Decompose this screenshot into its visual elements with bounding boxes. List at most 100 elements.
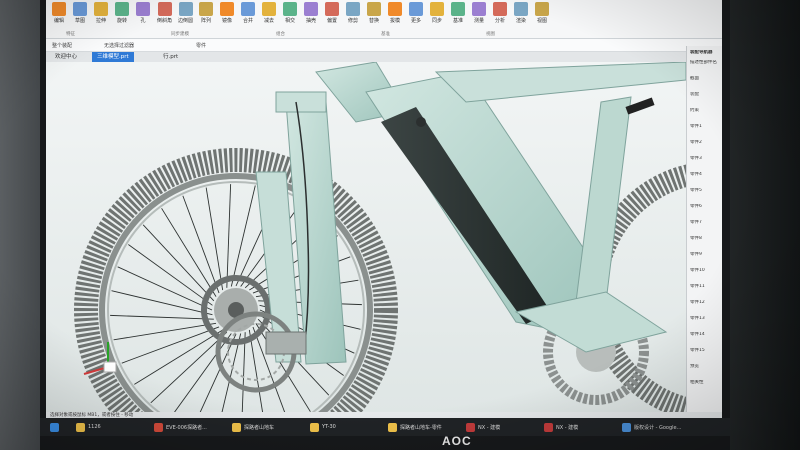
ribbon-button-label: 替换 — [368, 18, 379, 24]
taskbar-item[interactable]: 1126 — [76, 421, 101, 433]
navigator-row[interactable]: 零件9 — [690, 252, 720, 258]
ribbon-tool-icon — [199, 2, 213, 16]
ribbon-button[interactable]: 编辑 — [52, 2, 66, 36]
selection-scope-dropdown[interactable]: 零件 — [196, 42, 206, 49]
ribbon-button[interactable]: 抽壳 — [304, 2, 318, 36]
ribbon-button[interactable]: 测量 — [472, 2, 486, 36]
taskbar-item-label: NX - 建模 — [478, 424, 501, 431]
ribbon-button[interactable]: 孔 — [136, 2, 150, 36]
ribbon-button[interactable]: 相交 — [283, 2, 297, 36]
ribbon-button-label: 旋转 — [116, 18, 127, 24]
ribbon-button-label: 草图 — [74, 18, 85, 24]
navigator-row[interactable]: 零件4 — [690, 172, 720, 178]
ribbon-button-label: 测量 — [473, 18, 484, 24]
ribbon-button[interactable]: 替换 — [367, 2, 381, 36]
ribbon-button[interactable]: 基准 — [451, 2, 465, 36]
ribbon-group-label: 特征 — [66, 32, 75, 37]
ribbon-tool-icon — [52, 2, 66, 16]
ribbon-tool-icon — [430, 2, 444, 16]
ribbon-tool-icon — [514, 2, 528, 16]
ribbon-button[interactable]: 阵列 — [199, 2, 213, 36]
ribbon-group-label: 同步建模 — [171, 32, 189, 37]
assembly-navigator-panel: 装配导航器 描述性部件名 截面 装配 约束 零件1 零件2 零件3 零件4 零件5 零件6 零件7 零… — [686, 46, 722, 418]
ribbon-tool-icon — [409, 2, 423, 16]
wheel-spoke — [205, 187, 224, 291]
ribbon-tool-icon — [472, 2, 486, 16]
ribbon-tool-icon — [157, 2, 172, 16]
taskbar-item[interactable]: EVE-006探路者... — [154, 421, 207, 433]
app-icon — [544, 422, 553, 432]
navigator-row[interactable]: 相关性 — [690, 380, 720, 386]
ribbon-tool-icon — [241, 2, 255, 16]
ribbon-button[interactable]: 更多 — [409, 2, 423, 36]
navigator-row[interactable]: 零件10 — [690, 268, 720, 274]
selection-filter-dropdown[interactable]: 无选择过滤器 — [104, 42, 134, 49]
ribbon-button[interactable]: 倒斜角 — [157, 2, 172, 36]
start-button[interactable] — [50, 421, 59, 433]
assembly-filter-dropdown[interactable]: 整个装配 — [52, 42, 72, 49]
ribbon-button-label: 分析 — [494, 18, 505, 24]
ribbon-button[interactable]: 减去 — [262, 2, 276, 36]
ribbon-tool-icon — [115, 2, 129, 16]
ribbon-group-label: 基准 — [381, 32, 390, 37]
ribbon-button[interactable]: 渲染 — [514, 2, 528, 36]
ribbon-button[interactable]: 拉伸 — [94, 2, 108, 36]
navigator-row[interactable]: 零件5 — [690, 188, 720, 194]
taskbar-item[interactable]: YT-30 — [310, 421, 336, 433]
navigator-row[interactable]: 零件8 — [690, 236, 720, 242]
navigator-row[interactable]: 零件2 — [690, 140, 720, 146]
navigator-row[interactable]: 零件1 — [690, 124, 720, 130]
navigator-row[interactable]: 零件6 — [690, 204, 720, 210]
ribbon-button[interactable]: 视图 — [535, 2, 549, 36]
ribbon-button-label: 抽壳 — [305, 18, 316, 24]
ribbon-button[interactable]: 修剪 — [346, 2, 360, 36]
ribbon-button-label: 孔 — [140, 18, 146, 24]
ribbon-tool-icon — [94, 2, 108, 16]
wheel-spoke — [110, 314, 214, 320]
taskbar-item[interactable]: NX - 建模 — [466, 421, 500, 433]
navigator-row[interactable]: 零件13 — [690, 316, 720, 322]
taskbar-item[interactable]: 版权设计 - Google... — [622, 421, 681, 433]
navigator-row[interactable]: 装配 — [690, 92, 720, 98]
ribbon-button[interactable]: 合并 — [241, 2, 255, 36]
ribbon-button-label: 拔模 — [389, 18, 400, 24]
navigator-row[interactable]: 零件11 — [690, 284, 720, 290]
navigator-row[interactable]: 描述性部件名 — [690, 60, 720, 66]
windows-start-icon — [50, 422, 59, 432]
taskbar-item[interactable]: NX - 建模 — [544, 421, 578, 433]
ribbon-tool-icon — [73, 2, 87, 16]
ribbon-button-label: 减去 — [263, 18, 274, 24]
ribbon-button[interactable]: 分析 — [493, 2, 507, 36]
navigator-row[interactable]: 预览 — [690, 364, 720, 370]
3d-viewport[interactable] — [46, 62, 686, 414]
navigator-row[interactable]: 零件3 — [690, 156, 720, 162]
ribbon-button-label: 视图 — [536, 18, 547, 24]
document-tab[interactable]: 三维模型.prt — [92, 52, 134, 62]
ribbon-button[interactable]: 拔模 — [388, 2, 402, 36]
ribbon-button-label: 更多 — [410, 18, 421, 24]
navigator-row[interactable]: 零件14 — [690, 332, 720, 338]
taskbar-item-label: NX - 建模 — [556, 424, 579, 431]
navigator-row[interactable]: 零件7 — [690, 220, 720, 226]
selection-bar: 整个装配 无选择过滤器 零件 — [46, 39, 722, 52]
navigator-row[interactable]: 零件12 — [690, 300, 720, 306]
ribbon-button-label: 编辑 — [53, 18, 64, 24]
navigator-row[interactable]: 约束 — [690, 108, 720, 114]
navigator-row[interactable]: 零件15 — [690, 348, 720, 354]
app-icon — [232, 422, 241, 432]
ribbon-button[interactable]: 旋转 — [115, 2, 129, 36]
taskbar-item[interactable]: 探路者山地车 — [232, 421, 274, 433]
ribbon-button[interactable]: 镜像 — [220, 2, 234, 36]
ribbon-tool-icon — [493, 2, 507, 16]
ribbon-tool-icon — [535, 2, 549, 16]
ribbon-tool-icon — [304, 2, 318, 16]
wheel-spoke — [182, 195, 220, 294]
ribbon-button-label: 合并 — [242, 18, 253, 24]
ribbon-button[interactable]: 草图 — [73, 2, 87, 36]
ribbon-button[interactable]: 同步 — [430, 2, 444, 36]
ribbon-button[interactable]: 偏置 — [325, 2, 339, 36]
document-tab[interactable]: 行.prt — [158, 52, 183, 62]
navigator-row[interactable]: 截面 — [690, 76, 720, 82]
taskbar-item[interactable]: 探路者山地车-零件 — [388, 421, 442, 433]
document-tab[interactable]: 欢迎中心 — [50, 52, 82, 62]
